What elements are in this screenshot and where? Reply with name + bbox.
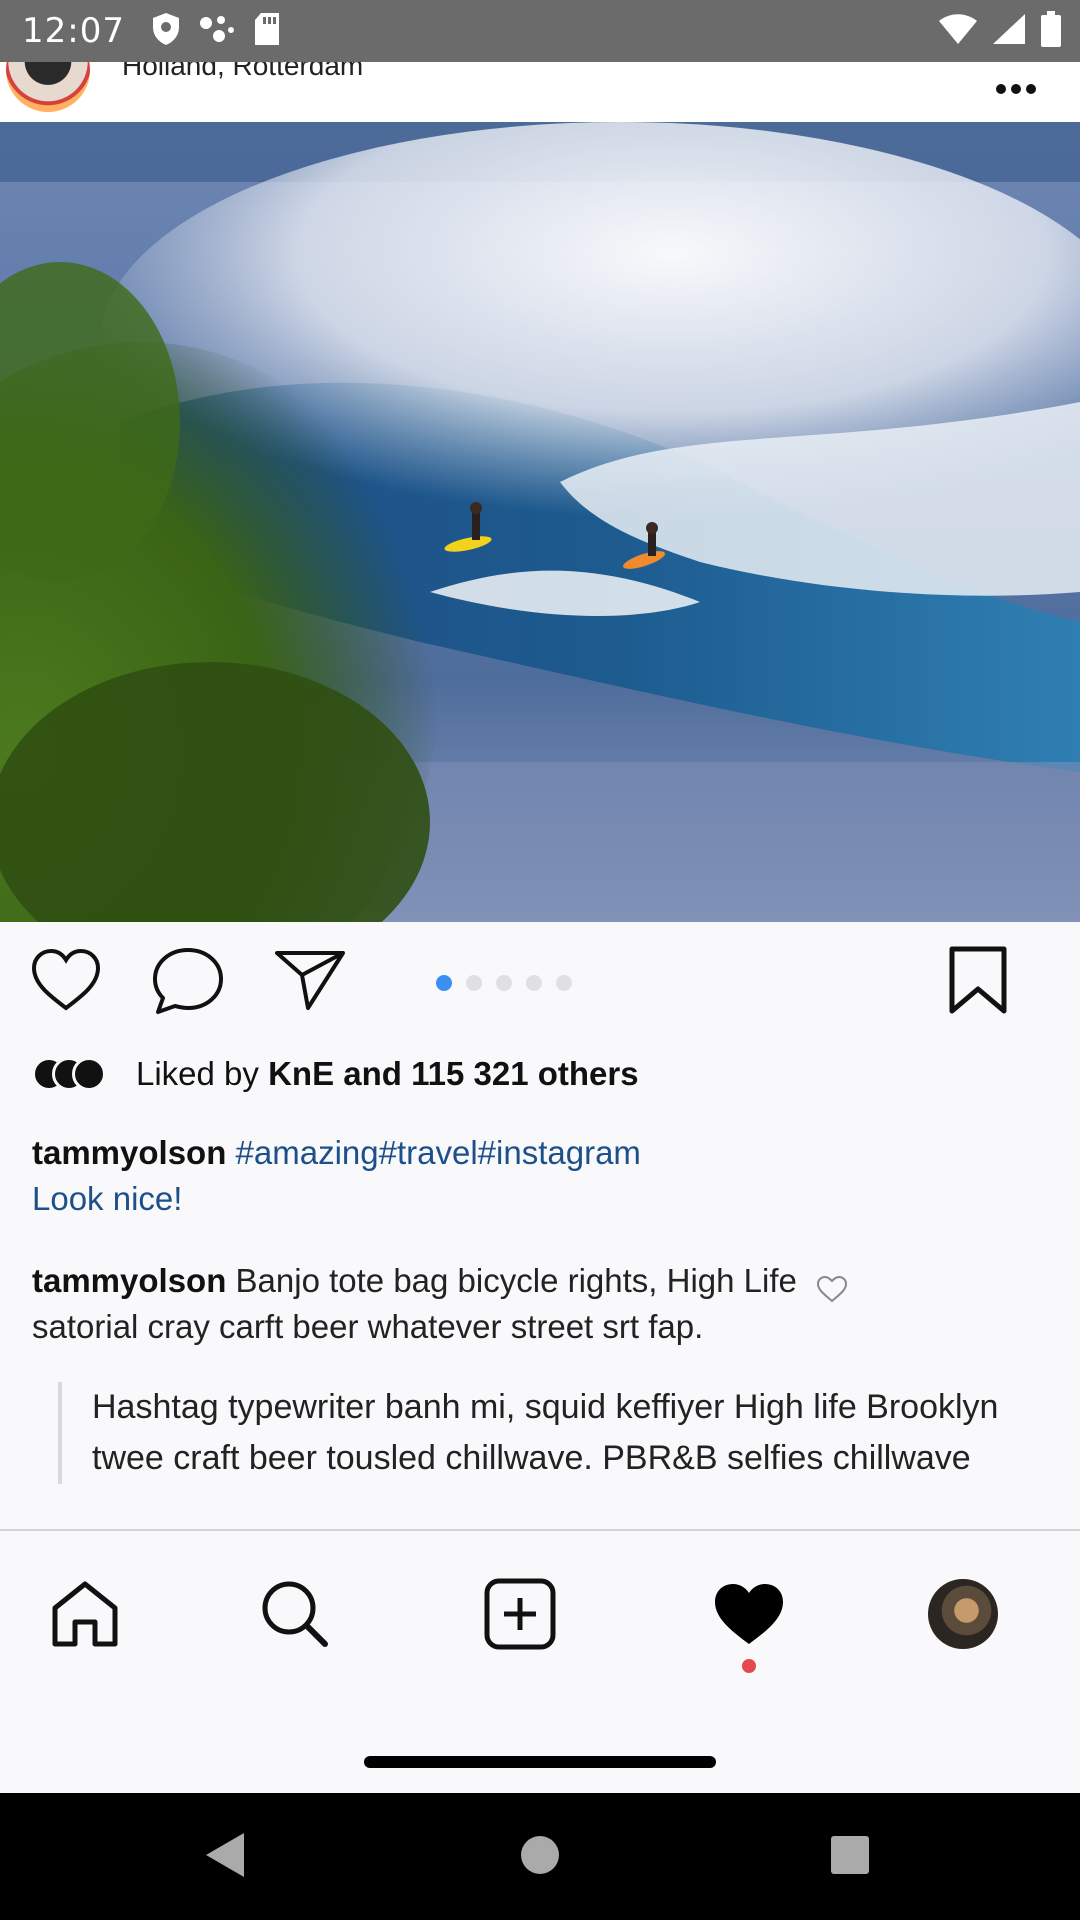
profile-avatar[interactable] <box>918 1569 1008 1659</box>
caption-line: Look nice! <box>32 1180 183 1217</box>
notification-dot <box>742 1659 756 1673</box>
comment-text-line2: satorial cray carft beer whatever street… <box>32 1308 704 1345</box>
status-right-icons <box>938 0 1062 62</box>
likes-row[interactable]: Liked by KnE and 115 321 others <box>32 1052 639 1096</box>
more-options-icon[interactable] <box>994 82 1038 96</box>
post-photo[interactable] <box>0 122 1080 922</box>
recents-icon[interactable] <box>820 1825 880 1885</box>
carousel-dot[interactable] <box>496 975 512 991</box>
comment-icon[interactable] <box>148 940 228 1020</box>
post-header: Holland, Rotterdam <box>0 62 1080 122</box>
status-bar: 12:07 <box>0 0 1080 62</box>
post-location[interactable]: Holland, Rotterdam <box>122 62 363 82</box>
share-icon[interactable] <box>270 940 350 1020</box>
liker-avatars <box>32 1057 110 1091</box>
comment-like-icon[interactable] <box>816 1269 848 1303</box>
post-caption: tammyolson #amazing#travel#instagram Loo… <box>32 1130 1052 1222</box>
comment: tammyolson Banjo tote bag bicycle rights… <box>32 1258 1052 1350</box>
comment-text: Banjo tote bag bicycle rights, High Life <box>235 1262 797 1299</box>
heart-icon[interactable] <box>704 1569 794 1659</box>
caption-username[interactable]: tammyolson <box>32 1134 226 1171</box>
shield-icon <box>151 12 181 50</box>
back-icon[interactable] <box>196 1825 256 1885</box>
carousel-indicator <box>436 975 572 991</box>
caption-hashtags[interactable]: #amazing#travel#instagram <box>236 1134 641 1171</box>
wifi-icon <box>938 13 978 49</box>
bottom-nav <box>0 1529 1080 1793</box>
like-icon[interactable] <box>26 940 106 1020</box>
home-button-icon[interactable] <box>510 1825 570 1885</box>
quote-block: Hashtag typewriter banh mi, squid keffiy… <box>58 1382 1038 1484</box>
search-icon[interactable] <box>250 1569 340 1659</box>
post-author-avatar[interactable] <box>6 62 90 112</box>
carousel-dot[interactable] <box>526 975 542 991</box>
carousel-dot[interactable] <box>466 975 482 991</box>
system-nav-bar <box>0 1793 1080 1920</box>
status-left-icons <box>151 12 281 50</box>
sd-card-icon <box>253 12 281 50</box>
battery-icon <box>1040 11 1062 51</box>
signal-icon <box>992 13 1026 49</box>
comment-username[interactable]: tammyolson <box>32 1262 226 1299</box>
likes-text: Liked by KnE and 115 321 others <box>136 1055 639 1092</box>
bookmark-icon[interactable] <box>938 940 1018 1020</box>
carousel-dot[interactable] <box>436 975 452 991</box>
home-icon[interactable] <box>40 1569 130 1659</box>
dots-icon <box>199 14 235 48</box>
home-indicator[interactable] <box>364 1756 716 1768</box>
likes-count: KnE and 115 321 others <box>268 1055 639 1092</box>
status-time: 12:07 <box>22 11 125 51</box>
carousel-dot[interactable] <box>556 975 572 991</box>
add-post-icon[interactable] <box>475 1569 565 1659</box>
